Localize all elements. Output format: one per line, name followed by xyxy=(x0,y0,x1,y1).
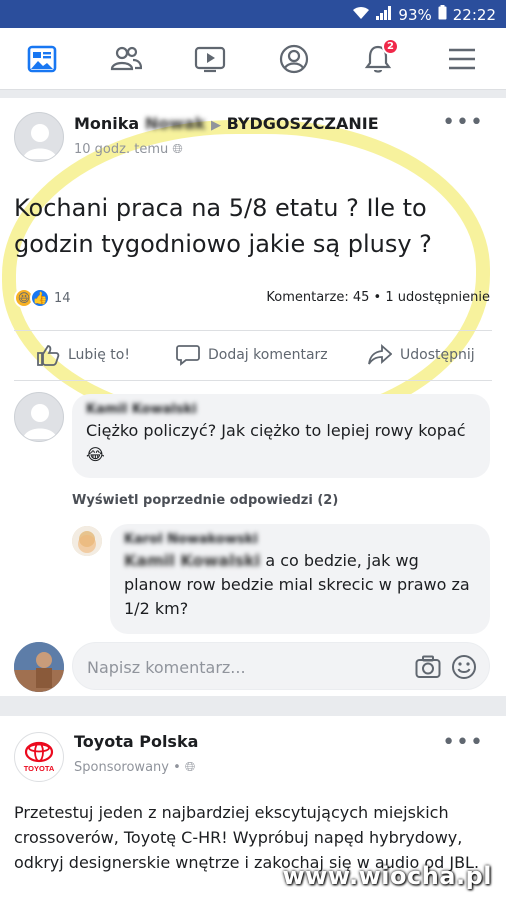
author-avatar[interactable] xyxy=(14,112,64,162)
current-user-avatar[interactable] xyxy=(14,642,64,692)
comment-composer[interactable] xyxy=(72,642,490,690)
arrow-right-icon: ▶ xyxy=(211,118,221,133)
reply-mention[interactable]: Kamil Kowalski xyxy=(124,551,260,570)
status-bar: 93% 22:22 xyxy=(0,0,506,28)
clock: 22:22 xyxy=(452,5,496,24)
globe-icon: 🌐︎ xyxy=(184,760,196,775)
post-stats[interactable]: Komentarze: 45 • 1 udostępnienie xyxy=(266,290,490,305)
replier-avatar[interactable] xyxy=(72,526,102,556)
replier-name[interactable]: Karol Nowakowski xyxy=(124,532,476,547)
commenter-name[interactable]: Kamil Kowalski xyxy=(86,402,476,417)
ad-options-button[interactable]: ••• xyxy=(442,730,484,755)
comment-button[interactable]: Dodaj komentarz xyxy=(176,336,328,374)
top-navigation: 2 xyxy=(0,28,506,90)
camera-icon[interactable] xyxy=(415,655,441,683)
commenter-avatar[interactable] xyxy=(14,392,64,442)
comment-bubble-icon xyxy=(176,345,200,366)
friends-icon xyxy=(110,46,142,71)
watch-tab[interactable] xyxy=(168,28,252,90)
post-meta: 10 godz. temu 🌐︎ xyxy=(74,142,183,157)
comment-label: Dodaj komentarz xyxy=(208,347,328,363)
comment-text: Ciężko policzyć? Jak ciężko to lepiej ro… xyxy=(86,421,466,464)
notifications-tab[interactable]: 2 xyxy=(336,28,420,90)
post-time[interactable]: 10 godz. temu xyxy=(74,142,168,157)
reply-bubble[interactable]: Karol Nowakowski Kamil Kowalski a co bed… xyxy=(110,524,490,634)
signal-icon xyxy=(376,5,392,24)
share-label: Udostępnij xyxy=(400,347,475,363)
share-arrow-icon xyxy=(368,344,392,365)
post-actions: Lubię to! Dodaj komentarz Udostępnij xyxy=(0,336,506,374)
highlight-circle xyxy=(2,120,490,430)
news-feed-icon xyxy=(27,45,57,73)
notifications-badge: 2 xyxy=(382,38,399,55)
battery-percent: 93% xyxy=(398,5,432,24)
thumbs-up-icon xyxy=(37,345,60,366)
wifi-icon xyxy=(352,6,370,24)
like-reaction-icon: 👍 xyxy=(30,288,50,308)
divider xyxy=(14,380,492,381)
battery-icon xyxy=(438,5,447,24)
reactions-summary[interactable]: 😆 👍 14 xyxy=(14,288,71,308)
globe-icon: 🌐︎ xyxy=(172,142,183,157)
author-last-name[interactable]: Nowak xyxy=(145,114,206,133)
comment-input[interactable] xyxy=(87,655,387,679)
like-label: Lubię to! xyxy=(68,347,130,363)
news-feed-tab[interactable] xyxy=(0,28,84,90)
emoji-icon[interactable] xyxy=(451,654,477,684)
view-previous-replies[interactable]: Wyświetl poprzednie odpowiedzi (2) xyxy=(72,493,338,508)
post-author[interactable]: Monika Nowak ▶ BYDGOSZCZANIE xyxy=(74,114,379,133)
logo-text: TOYOTA xyxy=(24,764,55,773)
profile-tab[interactable] xyxy=(252,28,336,90)
video-play-icon xyxy=(194,46,226,73)
post-options-button[interactable]: ••• xyxy=(442,110,484,135)
divider xyxy=(14,330,492,331)
comment-bubble[interactable]: Kamil Kowalski Ciężko policzyć? Jak cięż… xyxy=(72,394,490,478)
reply-text: Kamil Kowalski a co bedzie, jak wg plano… xyxy=(124,549,476,621)
hamburger-menu-icon xyxy=(449,48,475,70)
advertiser-name[interactable]: Toyota Polska xyxy=(74,732,198,751)
friends-tab[interactable] xyxy=(84,28,168,90)
share-button[interactable]: Udostępnij xyxy=(368,336,475,374)
post-text: Kochani praca na 5/8 etatu ? Ile to godz… xyxy=(14,194,432,258)
reaction-count: 14 xyxy=(54,290,71,306)
group-name[interactable]: BYDGOSZCZANIE xyxy=(227,114,379,133)
author-first-name[interactable]: Monika xyxy=(74,114,139,133)
toyota-logo[interactable]: TOYOTA xyxy=(14,732,64,782)
profile-icon xyxy=(279,44,309,74)
sponsored-text: Sponsorowany • xyxy=(74,760,181,775)
like-button[interactable]: Lubię to! xyxy=(36,336,130,374)
watermark: www.wiocha.pl xyxy=(282,862,492,890)
sponsored-label: Sponsorowany • 🌐︎ xyxy=(74,760,195,775)
menu-tab[interactable] xyxy=(420,28,504,90)
post-card: Monika Nowak ▶ BYDGOSZCZANIE 10 godz. te… xyxy=(0,98,506,696)
